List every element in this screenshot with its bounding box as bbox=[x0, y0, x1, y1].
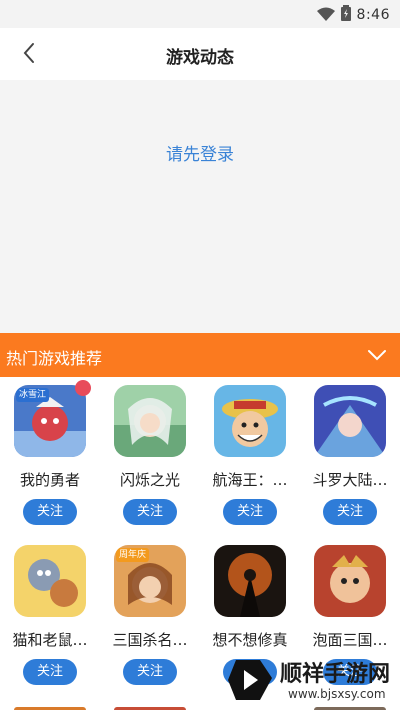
game-card: 冰雪江 我的勇者 关注 bbox=[0, 377, 100, 537]
battery-icon bbox=[340, 5, 351, 25]
collapse-toggle[interactable] bbox=[366, 345, 388, 365]
watermark-url: www.bjsxsy.com bbox=[288, 687, 386, 701]
page-title: 游戏动态 bbox=[166, 48, 234, 68]
game-name: 我的勇者 bbox=[19, 471, 80, 489]
chevron-down-icon bbox=[366, 350, 388, 369]
game-tag: 周年庆 bbox=[116, 548, 150, 562]
follow-button[interactable]: 关注 bbox=[23, 499, 77, 525]
watermark-logo-icon bbox=[226, 656, 274, 704]
game-name: 泡面三国… bbox=[312, 631, 388, 649]
game-card: 航海王：… 关注 bbox=[200, 377, 300, 537]
crown-icon bbox=[75, 380, 91, 396]
game-name: 斗罗大陆… bbox=[312, 471, 388, 489]
game-card: 斗罗大陆… 关注 bbox=[300, 377, 400, 537]
status-time: 8:46 bbox=[356, 7, 390, 23]
game-name: 三国杀名… bbox=[112, 631, 188, 649]
game-name: 猫和老鼠… bbox=[12, 631, 88, 649]
recommend-header: 热门游戏推荐 bbox=[0, 333, 400, 377]
game-card: 周年庆 三国杀名… 关注 bbox=[100, 537, 200, 697]
recommend-title: 热门游戏推荐 bbox=[6, 349, 103, 368]
watermark: 顺祥手游网 www.bjsxsy.com bbox=[226, 654, 396, 710]
game-card: 闪烁之光 关注 bbox=[100, 377, 200, 537]
game-card: 猫和老鼠… 关注 bbox=[0, 537, 100, 697]
nav-bar: 游戏动态 bbox=[0, 28, 400, 80]
status-bar: 8:46 bbox=[0, 0, 400, 28]
game-icon[interactable] bbox=[214, 385, 286, 457]
follow-button[interactable]: 关注 bbox=[123, 659, 177, 685]
game-icon[interactable] bbox=[314, 545, 386, 617]
follow-button[interactable]: 关注 bbox=[23, 659, 77, 685]
game-icon[interactable]: 周年庆 bbox=[114, 545, 186, 617]
follow-button[interactable]: 关注 bbox=[323, 499, 377, 525]
wifi-icon bbox=[316, 6, 335, 25]
game-icon[interactable] bbox=[214, 545, 286, 617]
game-tag: 冰雪江 bbox=[16, 388, 50, 402]
status-icons: 8:46 bbox=[316, 5, 390, 25]
game-name: 想不想修真 bbox=[212, 631, 288, 649]
follow-button[interactable]: 关注 bbox=[223, 499, 277, 525]
follow-button[interactable]: 关注 bbox=[123, 499, 177, 525]
login-link[interactable]: 请先登录 bbox=[0, 140, 400, 165]
watermark-title: 顺祥手游网 bbox=[280, 662, 391, 687]
game-name: 航海王：… bbox=[212, 471, 288, 489]
game-icon[interactable] bbox=[14, 545, 86, 617]
game-icon[interactable]: 冰雪江 bbox=[14, 385, 86, 457]
login-area: 请先登录 bbox=[0, 80, 400, 333]
game-icon[interactable] bbox=[314, 385, 386, 457]
game-icon[interactable] bbox=[114, 385, 186, 457]
game-name: 闪烁之光 bbox=[119, 471, 180, 489]
